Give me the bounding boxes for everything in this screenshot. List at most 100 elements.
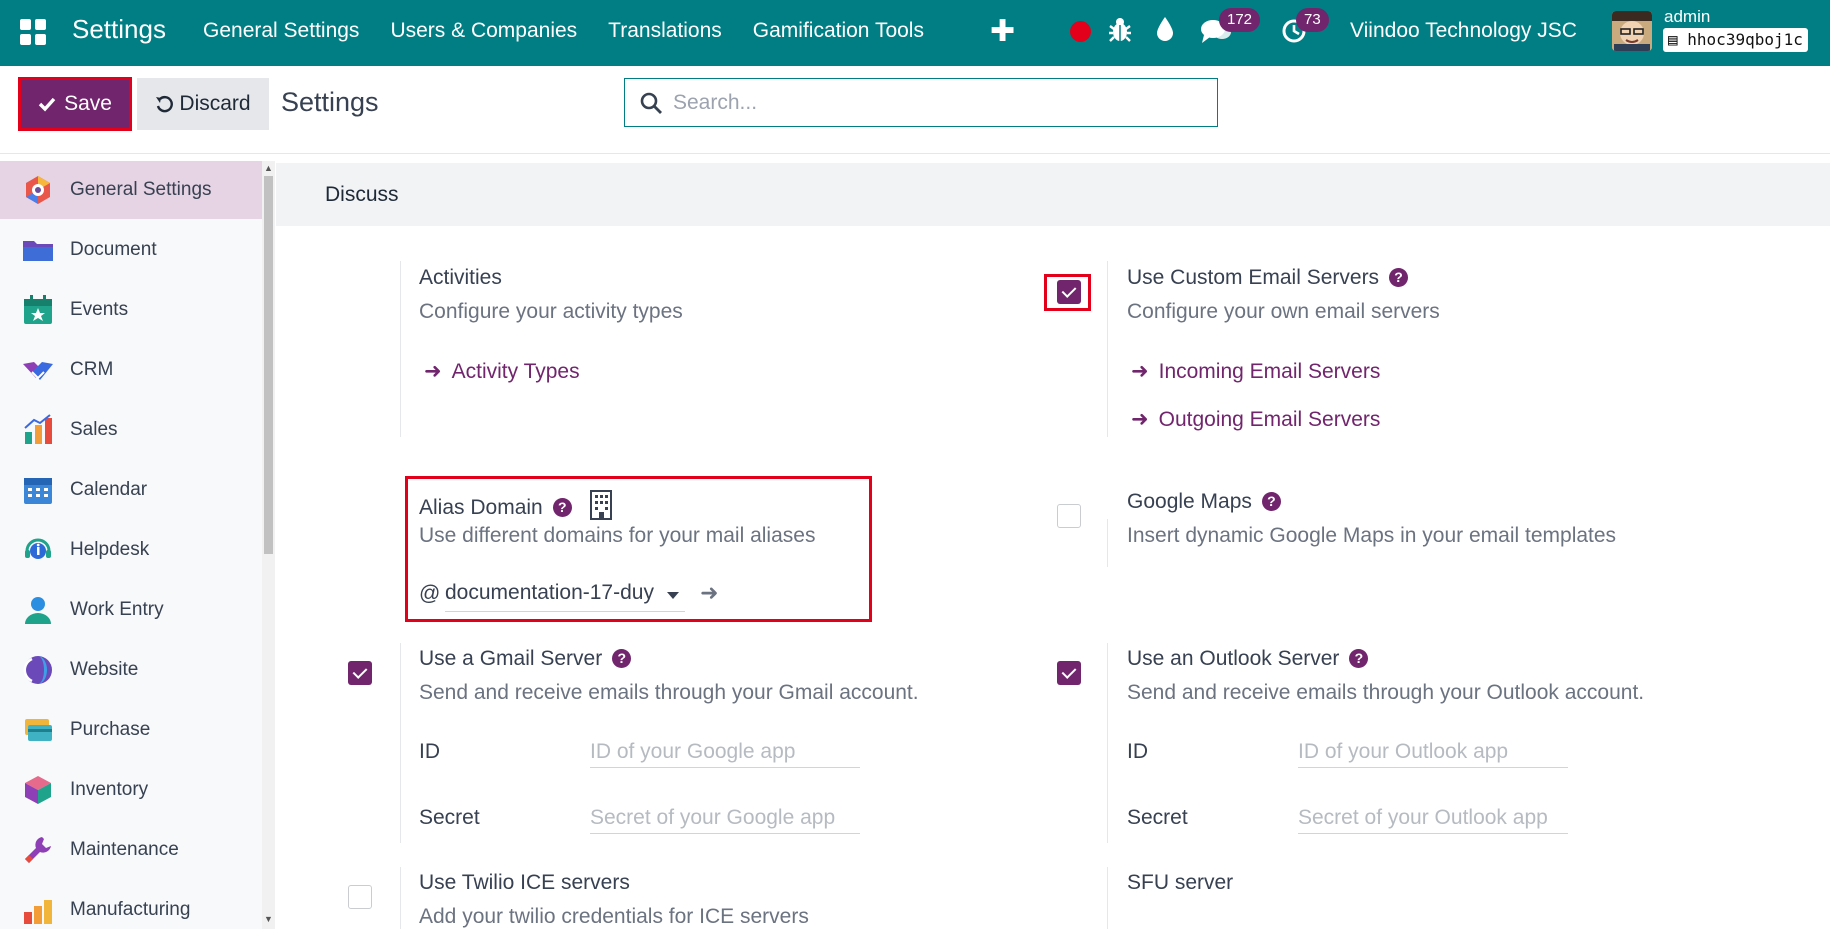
sidebar-item-sales[interactable]: Sales <box>0 401 262 459</box>
sidebar-item-inventory[interactable]: Inventory <box>0 761 262 819</box>
custom-email-servers-title-text: Use Custom Email Servers <box>1127 266 1380 289</box>
sidebar-item-label: Calendar <box>70 479 148 500</box>
help-icon[interactable]: ? <box>1389 268 1409 287</box>
outgoing-email-servers-link[interactable]: ➜ Outgoing Email Servers <box>1131 407 1380 432</box>
app-brand[interactable]: Settings <box>72 14 166 45</box>
sidebar-item-label: Purchase <box>70 719 151 740</box>
page-title: Settings <box>281 87 379 117</box>
top-navbar: Settings General Settings Users & Compan… <box>0 0 1830 66</box>
general-settings-icon <box>26 176 50 204</box>
alias-domain-title: Alias Domain? <box>419 490 614 520</box>
menu-gamification-tools[interactable]: Gamification Tools <box>753 19 924 43</box>
scroll-down-arrow-icon[interactable]: ▼ <box>264 914 273 924</box>
custom-email-servers-title: Use Custom Email Servers? <box>1127 266 1409 290</box>
sidebar-item-label: Work Entry <box>70 599 164 620</box>
undo-icon <box>156 96 174 113</box>
menu-general-settings[interactable]: General Settings <box>203 19 359 43</box>
help-icon[interactable]: ? <box>552 498 572 517</box>
help-icon[interactable]: ? <box>1261 492 1281 511</box>
sidebar-item-label: Maintenance <box>70 839 179 860</box>
outlook-secret-input[interactable] <box>1298 802 1568 834</box>
messages-count-badge: 172 <box>1219 8 1261 32</box>
search-input[interactable] <box>673 90 1193 115</box>
alias-domain-at-prefix: @ <box>419 582 441 605</box>
sidebar-item-general-settings[interactable]: General Settings <box>0 161 262 219</box>
help-icon[interactable]: ? <box>1349 649 1369 668</box>
sidebar-item-label: Events <box>70 299 129 320</box>
activities-title: Activities <box>419 266 502 289</box>
divider <box>1107 867 1108 929</box>
arrow-right-icon: ➜ <box>1131 360 1149 383</box>
sidebar-item-label: General Settings <box>70 179 212 200</box>
sidebar-item-helpdesk[interactable]: Helpdesk <box>0 521 262 579</box>
activity-types-link-label: Activity Types <box>451 360 580 383</box>
user-avatar[interactable] <box>1612 11 1652 51</box>
sidebar-item-manufacturing[interactable]: Manufacturing <box>0 881 262 929</box>
database-name-text: hhoc39qboj1c <box>1687 30 1803 49</box>
twilio-ice-description: Add your twilio credentials for ICE serv… <box>419 905 809 928</box>
user-name[interactable]: admin <box>1664 7 1710 27</box>
sidebar-item-document[interactable]: Document <box>0 221 262 279</box>
help-icon[interactable]: ? <box>612 649 632 668</box>
sidebar-item-label: Website <box>70 659 139 680</box>
divider <box>400 643 401 843</box>
company-building-icon <box>589 490 612 520</box>
color-drop-icon[interactable] <box>1155 15 1175 49</box>
twilio-ice-checkbox[interactable] <box>348 885 372 909</box>
database-name: ▤ hhoc39qboj1c <box>1663 28 1808 52</box>
sidebar-item-work-entry[interactable]: Work Entry <box>0 581 262 639</box>
section-header <box>276 163 1830 226</box>
alias-domain-open-arrow-icon[interactable]: ➜ <box>700 580 718 606</box>
discard-button[interactable]: Discard <box>137 78 269 130</box>
activity-types-link[interactable]: ➜ Activity Types <box>424 359 580 384</box>
google-maps-checkbox[interactable] <box>1057 504 1081 528</box>
search-icon <box>640 92 662 114</box>
alias-domain-select[interactable]: documentation-17-duy <box>445 578 685 612</box>
outlook-id-input[interactable] <box>1298 736 1568 768</box>
outlook-server-checkbox[interactable] <box>1057 661 1081 685</box>
menu-users-companies[interactable]: Users & Companies <box>390 19 577 43</box>
company-switcher[interactable]: Viindoo Technology JSC <box>1350 19 1577 43</box>
outlook-secret-label: Secret <box>1127 806 1188 829</box>
save-button[interactable]: Save <box>18 77 132 131</box>
folder-icon <box>23 241 53 261</box>
gmail-server-checkbox[interactable] <box>348 661 372 685</box>
divider <box>1107 261 1108 437</box>
gmail-id-input[interactable] <box>590 736 860 768</box>
menu-translations[interactable]: Translations <box>608 19 722 43</box>
sales-chart-icon <box>24 414 52 444</box>
custom-email-servers-checkbox[interactable] <box>1057 280 1081 304</box>
alias-domain-value: documentation-17-duy <box>445 581 654 604</box>
gmail-secret-input[interactable] <box>590 802 860 834</box>
outlook-id-label: ID <box>1127 740 1148 763</box>
plus-icon[interactable]: ✚ <box>990 14 1015 49</box>
work-entry-person-icon <box>25 597 51 624</box>
bug-icon[interactable] <box>1108 16 1132 50</box>
database-icon: ▤ <box>1668 30 1678 49</box>
incoming-email-servers-link[interactable]: ➜ Incoming Email Servers <box>1131 359 1380 384</box>
calendar-icon <box>24 478 52 504</box>
sidebar-item-purchase[interactable]: Purchase <box>0 701 262 759</box>
sidebar-item-label: Manufacturing <box>70 899 191 920</box>
sidebar-scrollbar-thumb[interactable] <box>264 176 273 554</box>
apps-menu-icon[interactable] <box>20 19 46 45</box>
inventory-box-icon <box>25 776 51 804</box>
maintenance-wrench-icon <box>25 837 51 863</box>
sidebar-item-label: Helpdesk <box>70 539 150 560</box>
scroll-up-arrow-icon[interactable]: ▲ <box>264 163 273 173</box>
google-maps-title: Google Maps? <box>1127 490 1281 514</box>
google-maps-description: Insert dynamic Google Maps in your email… <box>1127 524 1617 547</box>
sidebar-item-website[interactable]: Website <box>0 641 262 699</box>
sidebar-item-maintenance[interactable]: Maintenance <box>0 821 262 879</box>
arrow-right-icon: ➜ <box>1131 408 1149 431</box>
arrow-right-icon: ➜ <box>424 360 442 383</box>
sidebar-item-label: Inventory <box>70 779 149 800</box>
sidebar-item-crm[interactable]: CRM <box>0 341 262 399</box>
sidebar-item-events[interactable]: Events <box>0 281 262 339</box>
gmail-server-title-text: Use a Gmail Server <box>419 647 603 670</box>
discard-button-label: Discard <box>179 92 251 115</box>
recording-dot-icon[interactable] <box>1070 21 1091 42</box>
manufacturing-factory-icon <box>24 900 52 924</box>
sidebar-item-label: Document <box>70 239 157 260</box>
sidebar-item-calendar[interactable]: Calendar <box>0 461 262 519</box>
